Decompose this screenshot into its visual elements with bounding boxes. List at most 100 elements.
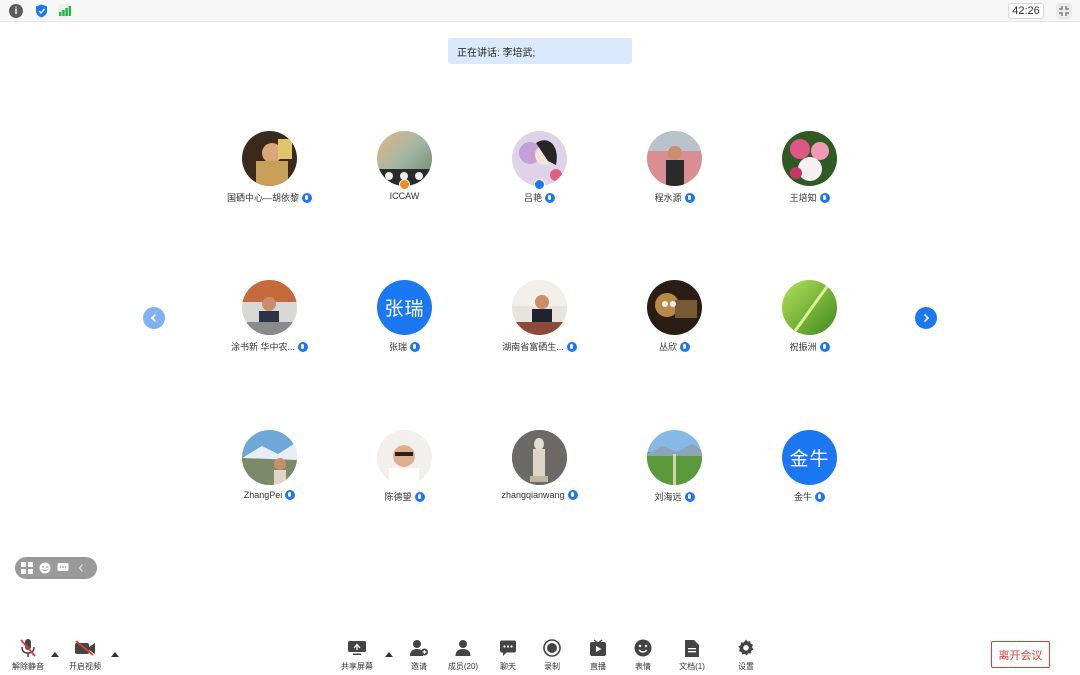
mic-icon (545, 192, 555, 203)
participant-tile[interactable]: zhangqianwang (472, 430, 607, 510)
meeting-toolbar: 解除静音 开启视频 共享屏幕 邀请 成员(20) 聊天 录制 直播 表情 文档(… (0, 632, 1080, 675)
participant-tile[interactable]: 国硒中心—胡依黎 (202, 131, 337, 211)
avatar (647, 280, 702, 335)
chat-label: 聊天 (500, 662, 516, 671)
avatar: 张瑞 (377, 280, 432, 335)
participant-name: 湖南省富硒生... (502, 342, 564, 352)
participant-tile[interactable]: 吕艳 (472, 131, 607, 211)
avatar (512, 131, 567, 186)
mic-icon (567, 490, 578, 500)
invite-button[interactable]: 邀请 (396, 638, 442, 672)
gallery-layout-icon[interactable] (20, 561, 34, 575)
participant-tile[interactable]: 张瑞 张瑞 (337, 280, 472, 360)
live-stream-icon (587, 638, 609, 658)
participant-name: 丛欣 (658, 342, 677, 352)
mic-icon (815, 491, 825, 502)
mic-icon (414, 491, 425, 502)
collapse-chevron-icon[interactable] (74, 561, 88, 575)
participant-name: 刘海远 (654, 492, 682, 502)
members-button[interactable]: 成员(20) (440, 638, 486, 672)
start-video-button[interactable]: 开启视频 (62, 638, 108, 672)
settings-label: 设置 (738, 662, 754, 671)
share-options-caret-icon[interactable] (385, 652, 393, 657)
avatar (377, 131, 432, 186)
participant-tile[interactable]: 祝振洲 (742, 280, 877, 360)
participant-name: 吕艳 (523, 193, 542, 203)
avatar (377, 430, 432, 485)
participant-tile[interactable]: 王培知 (742, 131, 877, 211)
unmute-button[interactable]: 解除静音 (5, 638, 51, 672)
members-label: 成员(20) (447, 662, 479, 671)
mic-icon (819, 341, 830, 352)
participant-name: zhangqianwang (501, 490, 565, 500)
live-label: 直播 (590, 662, 606, 671)
participant-name: 国硒中心—胡依黎 (226, 193, 299, 203)
reactions-button[interactable]: 表情 (620, 638, 666, 672)
avatar (242, 131, 297, 186)
members-icon (452, 638, 474, 658)
mic-icon (285, 490, 296, 500)
previous-page-button[interactable] (143, 307, 165, 329)
participant-tile[interactable]: ICCAW (337, 131, 472, 211)
avatar (647, 430, 702, 485)
top-status-bar: i 42:26 (0, 0, 1080, 22)
cohost-badge-icon (534, 179, 545, 190)
add-person-icon (408, 638, 430, 658)
participant-tile[interactable]: 陈德望 (337, 430, 472, 510)
participant-tile[interactable]: 丛欣 (607, 280, 742, 360)
view-mini-toolbar (15, 557, 97, 579)
mic-icon (566, 341, 577, 352)
avatar (242, 430, 297, 485)
participant-name: 王培知 (789, 193, 817, 203)
leave-meeting-button[interactable]: 离开会议 (991, 641, 1050, 668)
document-icon (681, 638, 703, 658)
signal-icon[interactable] (58, 4, 72, 18)
shield-icon[interactable] (34, 4, 48, 18)
participant-name: 程水源 (654, 193, 682, 203)
participant-tile[interactable]: 涂书新 华中农... (202, 280, 337, 360)
settings-button[interactable]: 设置 (723, 638, 769, 672)
avatar (782, 280, 837, 335)
chat-button[interactable]: 聊天 (485, 638, 531, 672)
reactions-label: 表情 (635, 662, 651, 671)
participant-name: ICCAW (389, 191, 420, 201)
video-options-caret-icon[interactable] (111, 652, 119, 657)
smiley-icon (632, 638, 654, 658)
info-icon[interactable]: i (9, 4, 23, 18)
chat-bubble-icon[interactable] (56, 561, 70, 575)
avatar (647, 131, 702, 186)
participant-tile[interactable]: 程水源 (607, 131, 742, 211)
record-button[interactable]: 录制 (529, 638, 575, 672)
docs-button[interactable]: 文档(1) (669, 638, 715, 672)
mic-icon (410, 341, 420, 352)
docs-label: 文档(1) (679, 662, 705, 671)
avatar (512, 430, 567, 485)
speaking-indicator: 正在讲话: 李培武; (448, 38, 632, 64)
unmute-label: 解除静音 (12, 662, 44, 671)
participant-name: 涂书新 华中农... (230, 342, 295, 352)
emoji-icon[interactable] (38, 561, 52, 575)
participant-tile[interactable]: ZhangPei (202, 430, 337, 510)
mic-icon (298, 341, 308, 352)
chat-icon (497, 638, 519, 658)
share-screen-icon (346, 638, 368, 658)
meeting-timer: 42:26 (1008, 3, 1044, 19)
gear-icon (735, 638, 757, 658)
avatar (242, 280, 297, 335)
live-button[interactable]: 直播 (575, 638, 621, 672)
avatar (512, 280, 567, 335)
audio-options-caret-icon[interactable] (51, 652, 59, 657)
share-screen-button[interactable]: 共享屏幕 (334, 638, 380, 672)
participant-name: 祝振洲 (789, 342, 817, 352)
record-label: 录制 (544, 662, 560, 671)
avatar: 金牛 (782, 430, 837, 485)
invite-label: 邀请 (411, 662, 427, 671)
start-video-label: 开启视频 (69, 662, 101, 671)
next-page-button[interactable] (915, 307, 937, 329)
participant-name: ZhangPei (243, 490, 283, 500)
mic-icon (819, 192, 830, 203)
participant-tile[interactable]: 湖南省富硒生... (472, 280, 607, 360)
participant-tile[interactable]: 金牛 金牛 (742, 430, 877, 510)
collapse-icon[interactable] (1056, 3, 1072, 19)
participant-tile[interactable]: 刘海远 (607, 430, 742, 510)
